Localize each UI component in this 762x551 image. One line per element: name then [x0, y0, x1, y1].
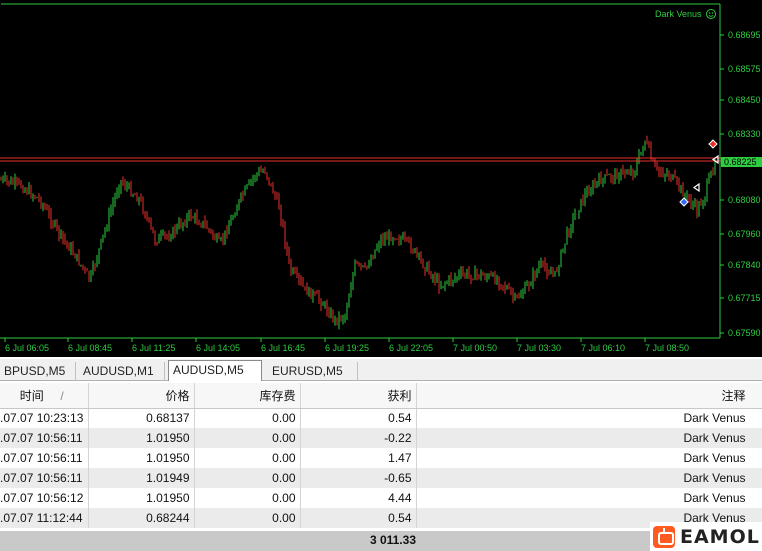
cell-time: .07.07 10:23:13	[0, 408, 89, 428]
price-tick-label: 0.67840	[728, 260, 761, 270]
cell-swap: 0.00	[194, 448, 301, 468]
cell-profit: 0.54	[300, 408, 417, 428]
tab-eurusd-m5[interactable]: EURUSD,M5	[268, 362, 358, 381]
price-chart[interactable]: 0.68695 0.68575 0.68450 0.68330 0.68080 0.679…	[0, 0, 762, 357]
time-tick-label: 6 Jul 22:05	[389, 343, 433, 353]
table-row[interactable]: .07.07 10:23:13 0.68137 0.00 0.54 Dark V…	[0, 408, 762, 428]
cell-swap: 0.00	[194, 488, 301, 508]
column-header-comment[interactable]: 注释	[416, 383, 762, 409]
cell-comment: Dark Venus	[416, 428, 762, 448]
price-tick-label: 0.68080	[728, 195, 761, 205]
cell-time: .07.07 10:56:11	[0, 448, 89, 468]
column-header-price[interactable]: 价格	[88, 383, 195, 409]
cell-price: 1.01949	[88, 468, 195, 488]
time-tick-label: 7 Jul 08:50	[645, 343, 689, 353]
cell-profit: -0.22	[300, 428, 417, 448]
cell-price: 1.01950	[88, 488, 195, 508]
price-tick-label: 0.68695	[728, 30, 761, 40]
time-tick-label: 6 Jul 16:45	[261, 343, 305, 353]
cell-time: .07.07 10:56:11	[0, 428, 89, 448]
trade-table: 时间 / 价格 库存费 获利 注释 .07.07 10:23:13 0.6813…	[0, 383, 762, 551]
cell-swap: 0.00	[194, 508, 301, 528]
column-header-swap[interactable]: 库存费	[194, 383, 301, 409]
price-axis: 0.68695 0.68575 0.68450 0.68330 0.68080 0.679…	[720, 30, 761, 338]
table-row[interactable]: .07.07 10:56:12 1.01950 0.00 4.44 Dark V…	[0, 488, 762, 508]
column-header-time[interactable]: 时间 /	[0, 383, 89, 409]
candlestick-series	[0, 135, 716, 330]
table-row[interactable]: .07.07 10:56:11 1.01949 0.00 -0.65 Dark …	[0, 468, 762, 488]
smiley-face-icon	[706, 9, 716, 19]
chart-tabs: BPUSD,M5 AUDUSD,M1 AUDUSD,M5 EURUSD,M5	[0, 359, 762, 381]
total-balance: 3 011.33	[369, 533, 416, 547]
balance-footer: 3 011.33	[0, 531, 762, 551]
price-tick-label: 0.68575	[728, 64, 761, 74]
trade-markers	[679, 139, 719, 207]
cell-time: .07.07 10:56:12	[0, 488, 89, 508]
column-header-profit[interactable]: 获利	[300, 383, 417, 409]
close-arrow-icon	[692, 182, 700, 193]
time-tick-label: 7 Jul 06:10	[581, 343, 625, 353]
cell-price: 1.01950	[88, 428, 195, 448]
cell-profit: 0.54	[300, 508, 417, 528]
table-row[interactable]: .07.07 11:12:44 0.68244 0.00 0.54 Dark V…	[0, 508, 762, 528]
table-row[interactable]: .07.07 10:56:11 1.01950 0.00 1.47 Dark V…	[0, 448, 762, 468]
cell-price: 0.68137	[88, 408, 195, 428]
cell-profit: 1.47	[300, 448, 417, 468]
price-tick-label: 0.67715	[728, 293, 761, 303]
cell-profit: -0.65	[300, 468, 417, 488]
table-header: 时间 / 价格 库存费 获利 注释	[0, 383, 762, 409]
sort-marker: /	[60, 388, 64, 403]
cell-comment: Dark Venus	[416, 448, 762, 468]
cell-comment: Dark Venus	[416, 408, 762, 428]
robot-logo-icon	[653, 525, 675, 548]
time-tick-label: 6 Jul 08:45	[68, 343, 112, 353]
sell-marker-icon	[708, 139, 718, 149]
cell-time: .07.07 11:12:44	[0, 508, 89, 528]
time-tick-label: 6 Jul 06:05	[5, 343, 49, 353]
watermark-text: EAMOL	[680, 525, 760, 548]
cell-price: 0.68244	[88, 508, 195, 528]
chart-canvas[interactable]: 0.68695 0.68575 0.68450 0.68330 0.68080 0.679…	[0, 0, 762, 357]
time-tick-label: 6 Jul 19:25	[325, 343, 369, 353]
ea-name-label: Dark Venus	[655, 9, 702, 19]
cell-profit: 4.44	[300, 488, 417, 508]
current-price-label: 0.68225	[724, 157, 757, 167]
time-axis: 6 Jul 06:05 6 Jul 08:45 6 Jul 11:25 6 Jul 1…	[4, 338, 689, 353]
time-tick-label: 6 Jul 14:05	[196, 343, 240, 353]
price-tick-label: 0.68450	[728, 95, 761, 105]
eamol-watermark: EAMOL	[650, 522, 762, 551]
tab-audusd-m1[interactable]: AUDUSD,M1	[79, 362, 165, 381]
price-tick-label: 0.68330	[728, 129, 761, 139]
tab-audusd-m5[interactable]: AUDUSD,M5	[168, 360, 262, 381]
cell-swap: 0.00	[194, 428, 301, 448]
cell-swap: 0.00	[194, 408, 301, 428]
cell-swap: 0.00	[194, 468, 301, 488]
table-row[interactable]: .07.07 10:56:11 1.01950 0.00 -0.22 Dark …	[0, 428, 762, 448]
tab-bpusd-m5[interactable]: BPUSD,M5	[0, 362, 76, 381]
price-tick-label: 0.67590	[728, 328, 761, 338]
cell-time: .07.07 10:56:11	[0, 468, 89, 488]
time-tick-label: 7 Jul 00:50	[453, 343, 497, 353]
price-tick-label: 0.67960	[728, 229, 761, 239]
time-tick-label: 6 Jul 11:25	[132, 343, 175, 353]
time-tick-label: 7 Jul 03:30	[517, 343, 561, 353]
cell-comment: Dark Venus	[416, 488, 762, 508]
cell-comment: Dark Venus	[416, 468, 762, 488]
cell-price: 1.01950	[88, 448, 195, 468]
